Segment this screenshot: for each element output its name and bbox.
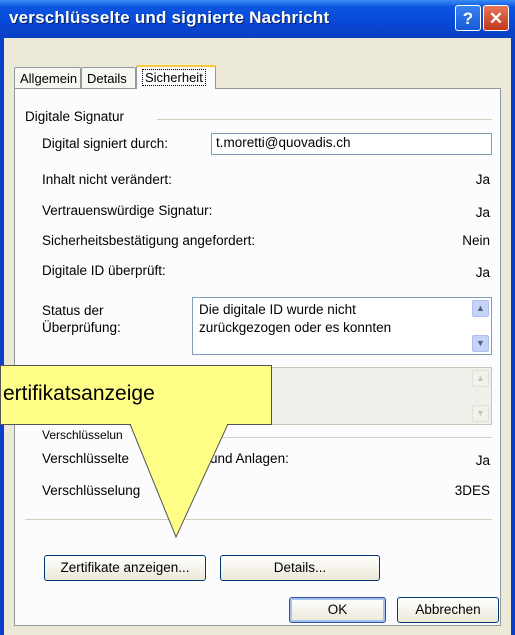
callout-text: ertifikatsanzeige <box>3 382 155 405</box>
callout-arrow <box>129 423 229 539</box>
callout-box: ertifikatsanzeige <box>0 365 272 425</box>
dialog-window: verschlüsselte und signierte Nachricht ?… <box>0 0 515 635</box>
